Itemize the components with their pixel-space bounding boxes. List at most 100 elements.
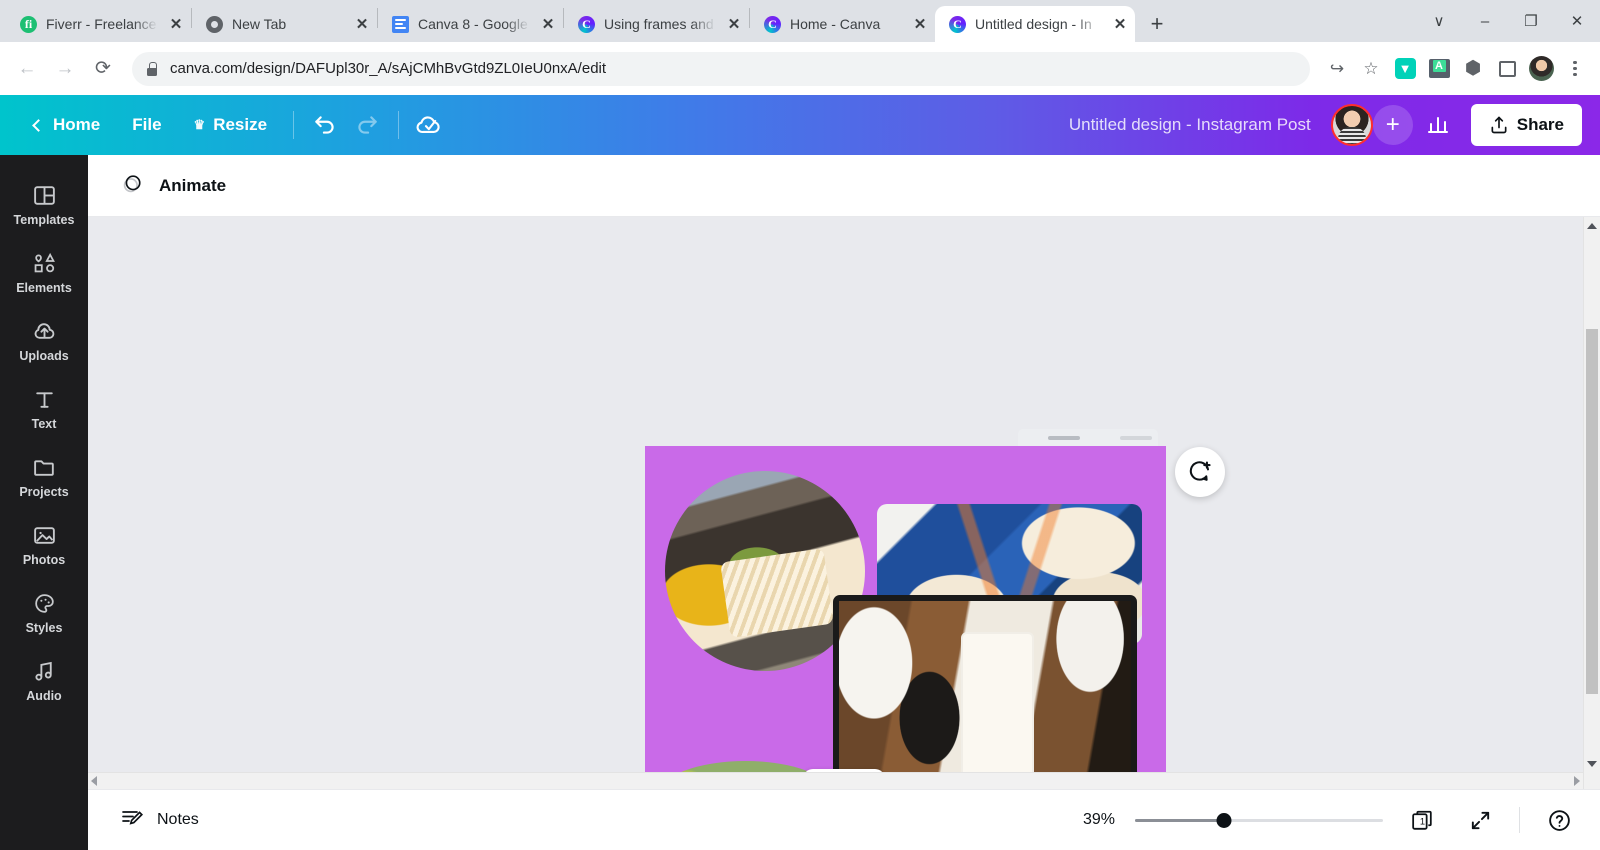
toolbar-divider — [398, 111, 400, 139]
redo-icon[interactable] — [346, 104, 388, 146]
canva-icon: C — [578, 15, 595, 33]
scroll-up-arrow[interactable] — [1584, 217, 1600, 234]
user-avatar[interactable] — [1330, 104, 1373, 146]
sidebar-item-projects[interactable]: Projects — [6, 445, 82, 506]
kebab-menu-icon[interactable] — [1560, 54, 1590, 84]
sidebar-item-templates[interactable]: Templates — [6, 173, 82, 234]
horizontal-scrollbar[interactable] — [88, 772, 1583, 789]
tab-close-icon[interactable]: ✕ — [725, 15, 743, 33]
home-button[interactable]: Home — [18, 107, 116, 143]
share-button[interactable]: Share — [1470, 104, 1582, 146]
canva-topbar-left: Home File ♛ Resize — [0, 104, 451, 146]
tab-title: Untitled design - In — [975, 16, 1092, 32]
insights-icon[interactable] — [1417, 104, 1459, 146]
sidebar-label: Uploads — [19, 349, 69, 363]
side-panel-glyph — [1498, 60, 1516, 77]
bookmark-star-icon[interactable]: ☆ — [1356, 54, 1386, 84]
canva-topbar-right: Untitled design - Instagram Post + Share — [1069, 104, 1600, 146]
tab-close-icon[interactable]: ✕ — [911, 15, 929, 33]
editor-content: Animate Notes 39% 1 — [88, 155, 1600, 850]
sidebar-label: Elements — [16, 281, 72, 295]
minimize-icon[interactable]: – — [1462, 0, 1508, 42]
canva-top-bar: Home File ♛ Resize Untitled design - Ins… — [0, 95, 1600, 155]
chevron-left-icon — [32, 118, 45, 132]
add-comment-button[interactable] — [1175, 447, 1225, 497]
design-canvas-area[interactable] — [88, 217, 1600, 789]
reload-icon[interactable]: ⟳ — [86, 52, 120, 86]
cloud-saved-icon[interactable] — [409, 104, 451, 146]
tab-close-icon[interactable]: ✕ — [167, 15, 185, 33]
tab-close-icon[interactable]: ✕ — [1111, 15, 1129, 33]
browser-tab[interactable]: fi Fiverr - Freelance S ✕ — [6, 6, 191, 42]
slider-knob[interactable] — [1216, 812, 1232, 828]
floating-toolbar-peek[interactable] — [1018, 429, 1158, 447]
elements-icon — [32, 250, 57, 276]
grammar-badge-icon: A — [1428, 59, 1450, 78]
triangle-left-icon[interactable] — [91, 776, 97, 786]
extension-grammar-icon[interactable]: A — [1424, 54, 1454, 84]
scroll-down-arrow[interactable] — [1584, 755, 1600, 772]
text-icon — [32, 386, 57, 412]
animate-label: Animate — [159, 175, 227, 195]
new-tab-button[interactable]: + — [1141, 8, 1173, 40]
undo-icon[interactable] — [304, 104, 346, 146]
zoom-percent[interactable]: 39% — [1067, 811, 1115, 829]
monitor-screen — [833, 595, 1137, 773]
tab-close-icon[interactable]: ✕ — [539, 15, 557, 33]
help-button[interactable] — [1540, 801, 1578, 839]
fiverr-icon: fi — [20, 15, 37, 33]
close-icon[interactable]: ✕ — [1554, 0, 1600, 42]
triangle-up-icon — [1587, 222, 1597, 229]
sidebar-item-text[interactable]: Text — [6, 377, 82, 438]
grammar-letter: A — [1432, 60, 1446, 72]
fullscreen-button[interactable] — [1461, 801, 1499, 839]
templates-icon — [32, 182, 57, 208]
sidebar-label: Audio — [26, 689, 62, 703]
design-page[interactable] — [645, 446, 1166, 789]
tab-title: Fiverr - Freelance S — [46, 16, 158, 32]
chrome-icon — [206, 15, 223, 33]
add-collaborator-button[interactable]: + — [1372, 105, 1413, 145]
side-panel-icon[interactable] — [1492, 54, 1522, 84]
uploads-icon — [32, 318, 57, 344]
monitor-frame-photo[interactable] — [833, 595, 1137, 789]
share-link-icon[interactable]: ↪ — [1322, 54, 1352, 84]
browser-toolbar: ← → ⟳ canva.com/design/DAFUpl30r_A/sAjCM… — [0, 42, 1600, 95]
address-bar[interactable]: canva.com/design/DAFUpl30r_A/sAjCMhBvGtd… — [132, 51, 1310, 86]
extensions-puzzle-icon[interactable]: ⬢ — [1458, 54, 1488, 84]
browser-tab[interactable]: New Tab ✕ — [192, 6, 377, 42]
sidebar-item-elements[interactable]: Elements — [6, 241, 82, 302]
extension-downloader-icon[interactable]: ▼ — [1390, 54, 1420, 84]
page-manager-button[interactable]: 1 — [1403, 801, 1441, 839]
projects-icon — [32, 454, 57, 480]
sidebar-item-uploads[interactable]: Uploads — [6, 309, 82, 370]
back-icon[interactable]: ← — [10, 52, 44, 86]
sidebar-item-photos[interactable]: Photos — [6, 513, 82, 574]
monitor-photo-content — [839, 601, 1131, 773]
vertical-scrollbar[interactable] — [1583, 217, 1600, 789]
zoom-slider[interactable] — [1135, 811, 1383, 829]
tab-search-icon[interactable]: ∨ — [1416, 0, 1462, 42]
browser-tab[interactable]: Canva 8 - Google D ✕ — [378, 6, 563, 42]
home-label: Home — [53, 115, 101, 134]
browser-tab-active[interactable]: C Untitled design - In ✕ — [935, 6, 1135, 42]
sidebar-label: Projects — [19, 485, 69, 499]
canva-sidebar: Templates Elements Uploads Text Projects… — [0, 155, 88, 850]
tab-close-icon[interactable]: ✕ — [353, 15, 371, 33]
sidebar-item-styles[interactable]: Styles — [6, 581, 82, 642]
audio-icon — [32, 658, 57, 684]
sidebar-item-audio[interactable]: Audio — [6, 649, 82, 710]
triangle-right-icon[interactable] — [1574, 776, 1580, 786]
resize-button[interactable]: ♛ Resize — [178, 107, 284, 143]
maximize-icon[interactable]: ❐ — [1508, 0, 1554, 42]
vertical-scroll-thumb[interactable] — [1586, 329, 1598, 694]
forward-icon[interactable]: → — [48, 52, 82, 86]
file-menu-button[interactable]: File — [116, 107, 177, 143]
browser-tab[interactable]: C Using frames and c ✕ — [564, 6, 749, 42]
design-title[interactable]: Untitled design - Instagram Post — [1069, 115, 1311, 135]
browser-tab[interactable]: C Home - Canva ✕ — [750, 6, 935, 42]
profile-avatar[interactable] — [1526, 54, 1556, 84]
canva-icon: C — [949, 15, 966, 33]
notes-button[interactable]: Notes — [110, 799, 209, 842]
animate-button[interactable]: Animate — [110, 164, 236, 208]
